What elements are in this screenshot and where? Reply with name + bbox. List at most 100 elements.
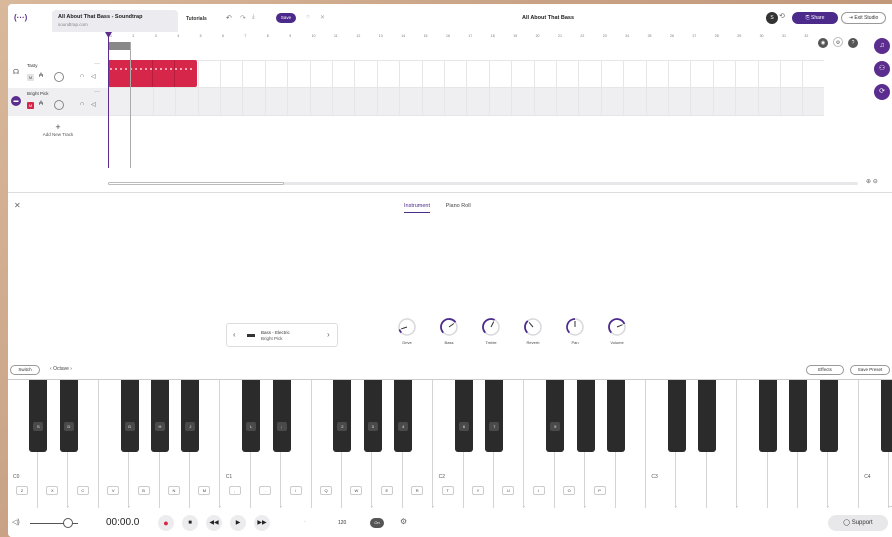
knob-dial[interactable]: [481, 317, 501, 337]
volume-knob[interactable]: [54, 72, 64, 82]
black-key[interactable]: 6: [455, 380, 473, 452]
region-clip[interactable]: [108, 60, 197, 87]
history-icon[interactable]: ⟲: [779, 12, 789, 24]
black-key[interactable]: [789, 380, 808, 452]
redo-icon[interactable]: ↷: [240, 14, 246, 22]
effects-button[interactable]: Effects: [806, 365, 844, 375]
tab-piano-roll[interactable]: Piano Roll: [446, 203, 471, 212]
forward-button[interactable]: ▶▶: [254, 515, 270, 531]
headphones-icon[interactable]: ∩: [80, 73, 84, 79]
music-note-icon[interactable]: ♫: [874, 38, 890, 54]
chevron-left-icon[interactable]: ‹: [233, 330, 236, 339]
knob-dial[interactable]: [523, 317, 543, 337]
track-grid[interactable]: [108, 60, 824, 116]
avatar[interactable]: S: [766, 12, 778, 24]
black-key[interactable]: L: [242, 380, 261, 452]
black-key[interactable]: ;: [272, 380, 291, 452]
black-key[interactable]: [880, 380, 892, 452]
knob-bass[interactable]: Bass: [438, 317, 460, 345]
soundtrap-logo[interactable]: (···): [14, 13, 28, 23]
black-key[interactable]: 2: [333, 380, 352, 452]
browser-tab[interactable]: All About That Bass - Soundtrap soundtra…: [52, 10, 178, 32]
black-key[interactable]: 3: [363, 380, 382, 452]
loop-marker[interactable]: [108, 42, 130, 50]
black-key[interactable]: [759, 380, 777, 452]
zoom-icons[interactable]: ⊕ ⊖: [866, 178, 878, 185]
knob-dial[interactable]: [607, 317, 627, 337]
knob-dial[interactable]: [439, 317, 459, 337]
black-key[interactable]: 9: [546, 380, 565, 452]
black-key[interactable]: J: [181, 380, 200, 452]
record-button[interactable]: ●: [158, 515, 174, 531]
play-button[interactable]: ▶: [230, 515, 246, 531]
speaker-icon[interactable]: ◁: [91, 73, 96, 80]
mute-button[interactable]: M: [27, 74, 34, 81]
people-icon[interactable]: ⚇: [874, 61, 890, 77]
exit-studio-button[interactable]: ⇥ Exit Studio: [841, 12, 886, 24]
track-row[interactable]: ☊ Tasty ··· M ₳ ∩ ◁: [8, 60, 108, 88]
switch-button[interactable]: Switch: [10, 365, 40, 375]
download-icon[interactable]: ⤓: [252, 14, 255, 21]
project-title[interactable]: All About That Bass: [488, 15, 608, 21]
knob-treble[interactable]: Treble: [480, 317, 502, 345]
speaker-icon[interactable]: ◁: [91, 101, 96, 108]
settings-icon[interactable]: ⚙: [833, 37, 843, 47]
knob-pan[interactable]: Pan: [564, 317, 586, 345]
chevron-right-icon[interactable]: ›: [327, 330, 330, 339]
save-button[interactable]: Save: [276, 13, 296, 23]
volume-knob[interactable]: [54, 100, 64, 110]
gear-icon[interactable]: ⚙: [400, 517, 407, 526]
mute-button[interactable]: M: [27, 102, 34, 109]
piano-keyboard[interactable]: C0 Z X C V B N M C1,. / Q W E R C2 T Y U I O P C3 C4 S D G H J L; 2 3 4…: [8, 379, 892, 508]
volume-thumb[interactable]: [63, 518, 73, 528]
undo-icon[interactable]: ↶: [226, 14, 232, 22]
track-row[interactable]: ▬ Bright Pick ··· M ₳ ∩ ◁: [8, 88, 108, 116]
black-key[interactable]: [819, 380, 838, 452]
track-name[interactable]: Tasty: [27, 63, 38, 68]
tempo-value[interactable]: 120: [338, 520, 346, 526]
black-key[interactable]: 4: [394, 380, 413, 452]
black-key[interactable]: D: [59, 380, 78, 452]
black-key[interactable]: [607, 380, 625, 452]
octave-control[interactable]: ‹ Octave ›: [50, 366, 72, 372]
knob-drive[interactable]: Drive: [396, 317, 418, 345]
sync-icon[interactable]: ○: [306, 14, 310, 20]
autotune-icon[interactable]: ₳: [39, 101, 43, 107]
support-button[interactable]: ◯ Support: [828, 515, 888, 531]
instrument-selector[interactable]: ‹ Bass - Electric Bright Pick ›: [226, 323, 338, 347]
black-key[interactable]: [576, 380, 595, 452]
autotune-icon[interactable]: ₳: [39, 73, 43, 79]
timeline-ruler[interactable]: 1 2 3 4 5 6 7 8 9 10 11 12 13 14 15 16 17 18 19 20 21 22 23 24 2…: [108, 32, 824, 42]
share-button[interactable]: ⎘ Share: [792, 12, 838, 24]
more-icon[interactable]: ···: [94, 89, 100, 95]
track-name[interactable]: Bright Pick: [27, 91, 49, 96]
metronome-toggle[interactable]: On: [370, 518, 384, 528]
black-key[interactable]: S: [29, 380, 48, 452]
knob-volume[interactable]: Volume: [606, 317, 628, 345]
rewind-button[interactable]: ◀◀: [206, 515, 222, 531]
headphones-icon[interactable]: ∩: [80, 101, 84, 107]
knob-reverb[interactable]: Reverb: [522, 317, 544, 345]
black-key[interactable]: G: [120, 380, 139, 452]
stop-button[interactable]: ■: [182, 515, 198, 531]
loop-icon[interactable]: ⟳: [874, 84, 890, 100]
knob-dial[interactable]: [397, 317, 417, 337]
horizontal-scrollbar[interactable]: [108, 182, 858, 185]
knob-dial[interactable]: [565, 317, 585, 337]
playhead[interactable]: [108, 32, 109, 168]
add-track-button[interactable]: + Add New Track: [28, 122, 88, 137]
close-icon[interactable]: ✕: [14, 201, 21, 210]
tab-instrument[interactable]: Instrument: [404, 203, 430, 213]
save-preset-button[interactable]: Save Preset: [850, 365, 890, 375]
collab-icon[interactable]: ✕: [320, 14, 325, 21]
black-key[interactable]: H: [151, 380, 169, 452]
more-icon[interactable]: ···: [94, 61, 100, 67]
black-key[interactable]: [698, 380, 717, 452]
scroll-thumb[interactable]: [108, 182, 284, 185]
black-key[interactable]: [667, 380, 686, 452]
volume-icon[interactable]: ◁): [12, 518, 20, 526]
help-icon[interactable]: ?: [848, 38, 858, 48]
lock-icon[interactable]: ◉: [818, 38, 828, 48]
tutorials-link[interactable]: Tutorials: [186, 16, 207, 22]
black-key[interactable]: 7: [485, 380, 504, 452]
